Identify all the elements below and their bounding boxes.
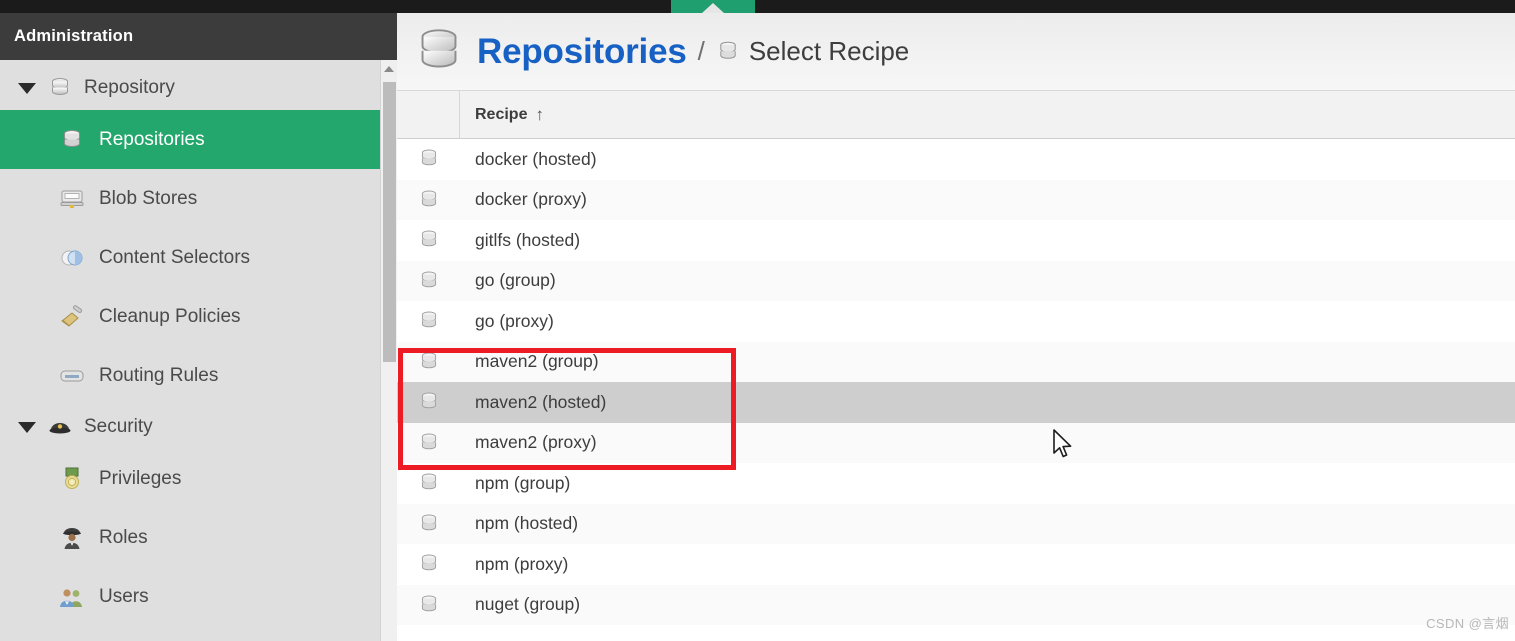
active-tab-indicator[interactable] <box>671 0 755 13</box>
scroll-up-icon[interactable] <box>381 60 397 78</box>
sidebar-item-users[interactable]: Users <box>0 567 397 626</box>
table-cell-recipe: go (proxy) <box>475 310 554 331</box>
table-cell-recipe: maven2 (group) <box>475 351 599 372</box>
table-row[interactable]: go (group) <box>397 260 1515 301</box>
sidebar-scrollbar[interactable] <box>380 60 397 641</box>
sidebar-item-label: Roles <box>99 526 148 548</box>
database-icon <box>397 188 460 212</box>
table-header-recipe[interactable]: Recipe ↑ <box>460 91 544 138</box>
content-selector-icon <box>59 245 85 271</box>
recipe-table: Recipe ↑ docker (hosted) docker (proxy) … <box>397 91 1515 625</box>
routing-rules-icon <box>59 363 85 389</box>
table-row[interactable]: docker (proxy) <box>397 179 1515 220</box>
table-header-row: Recipe ↑ <box>397 91 1515 139</box>
table-cell-recipe: go (group) <box>475 270 556 291</box>
sidebar-item-blob-stores[interactable]: Blob Stores <box>0 169 397 228</box>
sidebar-group-label: Repository <box>84 77 175 98</box>
database-icon <box>397 269 460 293</box>
table-row[interactable]: gitlfs (hosted) <box>397 220 1515 261</box>
broom-icon <box>59 304 85 330</box>
table-header-icon-column <box>397 91 460 138</box>
sidebar-item-label: Cleanup Policies <box>99 305 241 327</box>
sort-ascending-icon[interactable]: ↑ <box>535 105 544 125</box>
table-row[interactable]: nuget (group) <box>397 584 1515 625</box>
database-icon <box>59 127 85 153</box>
table-cell-recipe: gitlfs (hosted) <box>475 229 581 250</box>
sidebar-item-routing-rules[interactable]: Routing Rules <box>0 346 397 405</box>
chevron-down-icon[interactable] <box>18 82 36 94</box>
sidebar-item-roles[interactable]: Roles <box>0 508 397 567</box>
table-cell-recipe: docker (hosted) <box>475 148 597 169</box>
database-icon <box>48 75 72 101</box>
sidebar: Administration Repository Repositories B… <box>0 13 397 641</box>
database-icon <box>397 471 460 495</box>
breadcrumb-separator: / <box>697 36 705 66</box>
sidebar-item-label: Blob Stores <box>99 187 198 209</box>
users-icon <box>59 584 85 610</box>
officer-icon <box>59 525 85 551</box>
database-icon <box>413 26 465 78</box>
database-icon <box>397 147 460 171</box>
table-row[interactable]: npm (proxy) <box>397 544 1515 585</box>
breadcrumb-current-page: Select Recipe <box>748 36 910 66</box>
table-header-recipe-label: Recipe <box>475 105 528 123</box>
watermark: CSDN @言烟 <box>1426 616 1509 631</box>
sidebar-item-repositories[interactable]: Repositories <box>0 110 397 169</box>
table-row[interactable]: maven2 (proxy) <box>397 422 1515 463</box>
medal-icon <box>59 466 85 492</box>
database-icon <box>397 593 460 617</box>
database-icon <box>716 39 740 65</box>
sidebar-header: Administration <box>0 13 397 60</box>
table-row[interactable]: docker (hosted) <box>397 139 1515 180</box>
chevron-down-icon[interactable] <box>18 421 36 433</box>
database-icon <box>397 512 460 536</box>
table-row[interactable]: npm (hosted) <box>397 503 1515 544</box>
sidebar-group-repository[interactable]: Repository <box>0 66 397 110</box>
database-icon <box>397 431 460 455</box>
table-cell-recipe: nuget (group) <box>475 594 581 615</box>
table-cell-recipe: npm (proxy) <box>475 553 569 574</box>
sidebar-body: Repository Repositories Blob Stores Cont… <box>0 60 397 641</box>
table-row[interactable]: npm (group) <box>397 463 1515 504</box>
sidebar-group-security[interactable]: Security <box>0 405 397 449</box>
table-cell-recipe: docker (proxy) <box>475 189 587 210</box>
sidebar-item-content-selectors[interactable]: Content Selectors <box>0 228 397 287</box>
database-icon <box>397 390 460 414</box>
sidebar-item-privileges[interactable]: Privileges <box>0 449 397 508</box>
table-cell-recipe: maven2 (hosted) <box>475 391 607 412</box>
sidebar-title: Administration <box>14 27 134 45</box>
main-panel: Repositories / Select Recipe Recipe ↑ do… <box>397 13 1515 641</box>
sidebar-item-cleanup-policies[interactable]: Cleanup Policies <box>0 287 397 346</box>
database-icon <box>397 552 460 576</box>
sidebar-item-label: Users <box>99 585 149 607</box>
table-cell-recipe: npm (group) <box>475 472 571 493</box>
window-top-strip <box>0 0 1515 13</box>
sidebar-scrollbar-thumb[interactable] <box>383 82 396 362</box>
table-cell-recipe: maven2 (proxy) <box>475 432 597 453</box>
blob-store-icon <box>59 186 85 212</box>
table-row[interactable]: maven2 (hosted) <box>397 382 1515 423</box>
sidebar-item-label: Privileges <box>99 467 182 489</box>
breadcrumb: Repositories / Select Recipe <box>397 13 1515 91</box>
app-root: Administration Repository Repositories B… <box>0 0 1515 641</box>
sidebar-item-label: Content Selectors <box>99 246 251 268</box>
table-cell-recipe: npm (hosted) <box>475 513 579 534</box>
database-icon <box>397 228 460 252</box>
sidebar-item-label: Routing Rules <box>99 364 219 386</box>
database-icon <box>397 350 460 374</box>
table-body: docker (hosted) docker (proxy) gitlfs (h… <box>397 139 1515 625</box>
sidebar-group-label: Security <box>84 416 153 437</box>
table-row[interactable]: go (proxy) <box>397 301 1515 342</box>
breadcrumb-root-link[interactable]: Repositories <box>477 32 687 72</box>
sidebar-item-label: Repositories <box>99 128 205 150</box>
police-hat-icon <box>48 414 72 440</box>
database-icon <box>397 309 460 333</box>
table-row[interactable]: maven2 (group) <box>397 341 1515 382</box>
